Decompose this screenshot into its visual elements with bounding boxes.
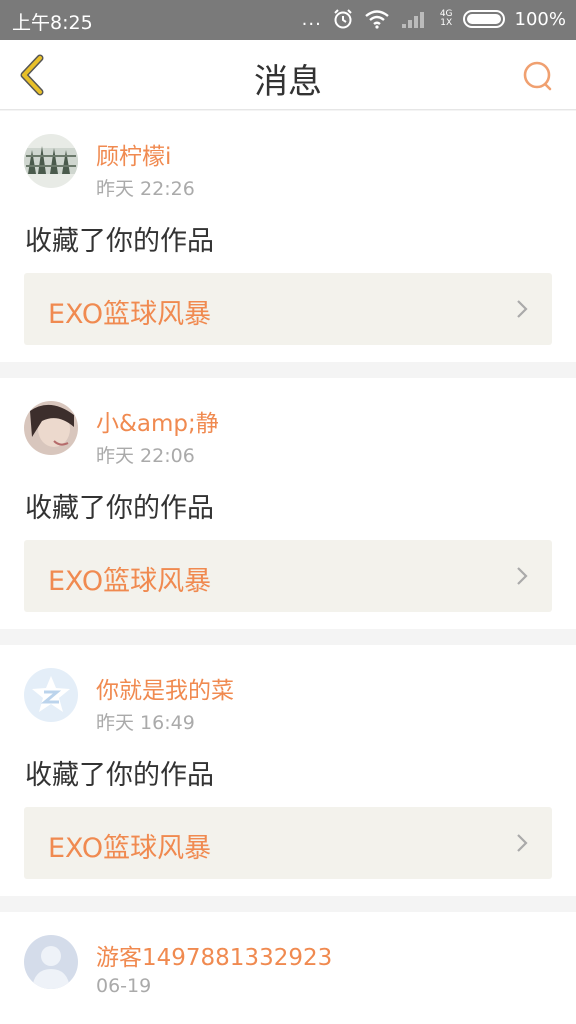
message-time: 昨天 22:06	[96, 445, 195, 467]
message-card: 游客1497881332923 06-19	[0, 912, 576, 1024]
more-notifications-icon: ...	[301, 8, 322, 30]
work-link[interactable]: EXO篮球风暴	[24, 807, 552, 879]
navigation-bar: 消息	[0, 40, 576, 110]
status-time: 上午8:25	[12, 12, 93, 34]
username-link[interactable]: 你就是我的菜	[96, 671, 234, 705]
work-title: EXO篮球风暴	[48, 566, 212, 597]
battery-percent: 100%	[514, 8, 566, 30]
photo-avatar-icon[interactable]	[24, 134, 78, 188]
message-card: 你就是我的菜 昨天 16:49 收藏了你的作品 EXO篮球风暴	[0, 645, 576, 896]
cell-signal-icon	[401, 12, 424, 28]
photo-avatar-icon[interactable]	[24, 401, 78, 455]
message-card: 小&amp;静 昨天 22:06 收藏了你的作品 EXO篮球风暴	[0, 378, 576, 629]
message-time: 06-19	[96, 975, 152, 997]
chevron-right-icon	[517, 834, 528, 852]
network-type-indicator: 4G 1X	[439, 9, 453, 28]
message-action: 收藏了你的作品	[25, 760, 214, 791]
chevron-right-icon	[517, 300, 528, 318]
default-avatar-icon[interactable]	[24, 935, 78, 989]
message-time: 昨天 16:49	[96, 712, 195, 734]
message-card: 顾柠檬i 昨天 22:26 收藏了你的作品 EXO篮球风暴	[0, 111, 576, 362]
message-time: 昨天 22:26	[96, 178, 195, 200]
work-link[interactable]: EXO篮球风暴	[24, 273, 552, 345]
work-link[interactable]: EXO篮球风暴	[24, 540, 552, 612]
status-bar: 上午8:25 ... 4G 1X 100%	[0, 0, 576, 40]
battery-icon	[462, 10, 505, 28]
work-title: EXO篮球风暴	[48, 299, 212, 330]
work-title: EXO篮球风暴	[48, 833, 212, 864]
search-icon[interactable]	[522, 60, 554, 92]
message-list: 顾柠檬i 昨天 22:26 收藏了你的作品 EXO篮球风暴 小&amp;静 昨天…	[0, 111, 576, 1024]
username-link[interactable]: 顾柠檬i	[96, 137, 171, 171]
qzone-avatar-icon[interactable]	[24, 668, 78, 722]
message-action: 收藏了你的作品	[25, 226, 214, 257]
message-action: 收藏了你的作品	[25, 493, 214, 524]
alarm-icon	[334, 9, 352, 29]
chevron-right-icon	[517, 567, 528, 585]
username-link[interactable]: 游客1497881332923	[96, 938, 332, 972]
username-link[interactable]: 小&amp;静	[96, 404, 219, 438]
page-title: 消息	[254, 62, 322, 102]
wifi-icon	[365, 10, 389, 29]
